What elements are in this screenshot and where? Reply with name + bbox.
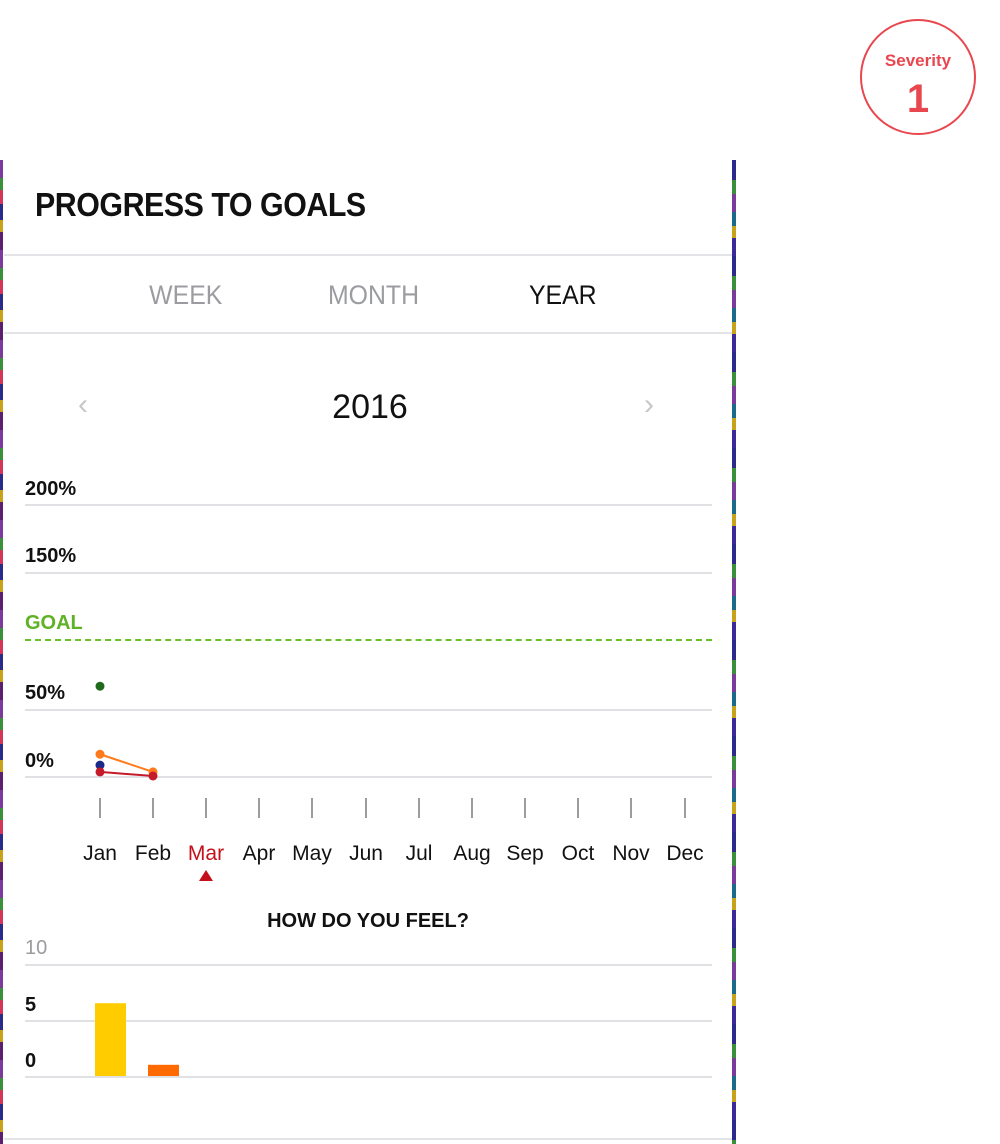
progress-series-line-3 [99,770,154,777]
progress-point-3-0 [95,767,105,777]
progress-point-0-0 [95,681,105,691]
progress-point-1-0 [95,749,105,759]
feel-bar-0 [95,1003,126,1076]
feel-bar-1 [148,1064,179,1076]
progress-series-line-1 [99,753,154,773]
progress-point-3-1 [148,771,158,781]
charts-layer [95,681,686,1076]
